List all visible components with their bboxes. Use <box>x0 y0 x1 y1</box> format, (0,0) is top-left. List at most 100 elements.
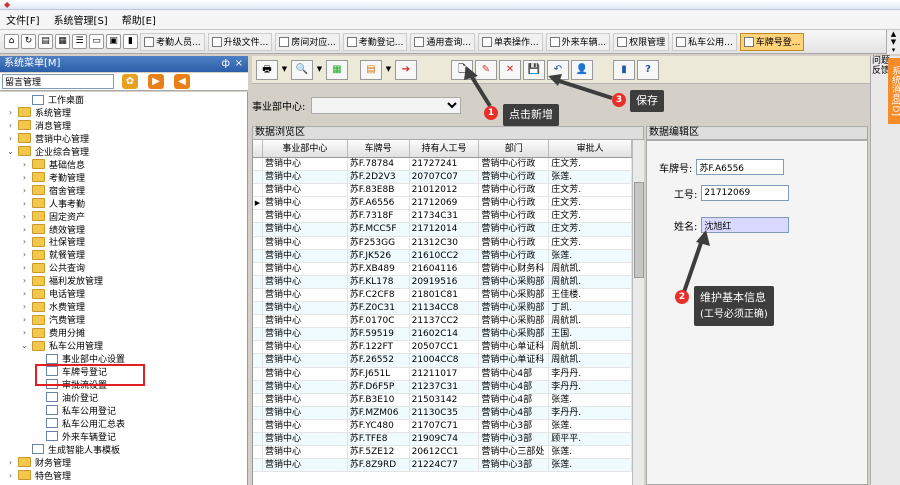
table-row[interactable]: 营销中心 苏F.D6F5P 21237C31 营销中心4部 李丹丹. <box>253 380 632 394</box>
pin-icon[interactable]: ф <box>221 56 230 72</box>
table-row[interactable]: 营销中心 苏F.59519 21602C14 营销中心采购部 王国. <box>253 328 632 342</box>
home-icon[interactable]: ⌂ <box>4 34 19 49</box>
chevron-right-icon[interactable]: › <box>6 134 15 143</box>
table-row[interactable]: 营销中心 苏F.B3E10 21503142 营销中心4部 张莲. <box>253 393 632 407</box>
chevron-right-icon[interactable]: › <box>20 263 29 272</box>
table-row[interactable]: 营销中心 苏F.J651L 21211017 营销中心4部 李丹丹. <box>253 367 632 381</box>
refresh-icon[interactable]: ↻ <box>21 34 36 49</box>
table-row[interactable]: 营销中心 苏F.MZM06 21130C35 营销中心4部 李丹丹. <box>253 406 632 420</box>
chevron-right-icon[interactable]: › <box>6 471 15 480</box>
table-row[interactable]: 营销中心 苏F.KL178 20919516 营销中心采购部 周航凯. <box>253 275 632 289</box>
col-header-holder-id[interactable]: 持有人工号 <box>410 140 480 157</box>
tab-7[interactable]: 权限管理 <box>613 32 670 51</box>
tab-4[interactable]: 通用查询... <box>410 32 475 51</box>
col-header-dept[interactable]: 部门 <box>479 140 550 157</box>
exit-button[interactable]: ➔ <box>395 59 417 80</box>
user-button[interactable]: 👤 <box>571 59 593 80</box>
chevron-right-icon[interactable]: › <box>20 250 29 259</box>
chevron-down-icon[interactable]: ⌄ <box>20 341 29 350</box>
print-button[interactable]: 🖶 <box>256 59 278 80</box>
chevron-right-icon[interactable]: › <box>20 315 29 324</box>
tree-node[interactable]: › 公共查询 <box>20 261 85 274</box>
tree-node[interactable]: ⌄ 私车公用管理 <box>20 339 103 352</box>
table-row[interactable]: 营销中心 苏F.2D2V3 20707C07 营销中心行政 张莲. <box>253 171 632 185</box>
name-input[interactable] <box>701 217 790 233</box>
window-icon[interactable]: ▭ <box>89 34 104 49</box>
chevron-right-icon[interactable]: › <box>20 276 29 285</box>
book-icon[interactable]: ▮ <box>123 34 138 49</box>
plate-input[interactable] <box>696 159 785 175</box>
tree-node[interactable]: › 福利发放管理 <box>20 274 103 287</box>
chevron-right-icon[interactable]: › <box>20 225 29 234</box>
save-button[interactable]: 💾 <box>523 59 545 80</box>
table-row[interactable]: 营销中心 苏F.YC480 21707C71 营销中心3部 张莲. <box>253 419 632 433</box>
preview-dropdown-icon[interactable]: ▼ <box>315 60 324 80</box>
table-row[interactable]: 营销中心 苏F.C2CF8 21801C81 营销中心采购部 王佳楼. <box>253 288 632 303</box>
menu-file[interactable]: 文件[F] <box>6 12 40 27</box>
grid-icon[interactable]: ▦ <box>55 34 70 49</box>
tree-node[interactable]: 私车公用登记 <box>34 404 116 417</box>
export-button[interactable]: ▤ <box>360 59 382 80</box>
grid-scrollbar[interactable] <box>632 140 644 485</box>
table-row[interactable]: 营销中心 苏F.26552 21004CC8 营销中心单证科 周航凯. <box>253 354 632 368</box>
tree-node[interactable]: › 费用分摊 <box>20 326 85 339</box>
tab-3[interactable]: 考勤登记... <box>342 32 408 51</box>
tree-node[interactable]: › 绩效管理 <box>20 223 85 236</box>
menu-system[interactable]: 系统管理[S] <box>54 12 108 27</box>
table-row[interactable]: 营销中心 苏F.MCC5F 21712014 营销中心行政 庄文芳. <box>253 223 632 237</box>
book-button[interactable]: ▮ <box>613 59 635 80</box>
chevron-right-icon[interactable]: › <box>6 108 15 117</box>
business-center-select[interactable] <box>311 96 462 114</box>
menu-help[interactable]: 帮助[E] <box>122 12 156 27</box>
chevron-right-icon[interactable] <box>20 95 29 104</box>
tab-0[interactable]: 考勤人员... <box>140 32 205 51</box>
table-row[interactable]: 营销中心 苏F.122FT 20507CC1 营销中心单证科 周航凯. <box>253 341 632 355</box>
chart-button[interactable]: ▦ <box>326 59 348 80</box>
chevron-right-icon[interactable]: › <box>20 199 29 208</box>
chevron-right-icon[interactable]: › <box>20 173 29 182</box>
tree-node[interactable]: 生成智能人事模板 <box>20 443 120 456</box>
tree-node[interactable]: ⌄ 企业综合管理 <box>6 145 89 158</box>
tree-node[interactable]: › 基础信息 <box>20 158 85 171</box>
table-row[interactable]: ▶ 营销中心 苏F.A6556 21712069 营销中心行政 庄文芳. <box>253 197 632 211</box>
tab-2[interactable]: 房间对应... <box>275 32 340 51</box>
table-row[interactable]: 营销中心 苏F.XB489 21604116 营销中心财务科 周航凯. <box>253 262 632 276</box>
scrollbar-thumb[interactable] <box>634 182 644 278</box>
tab-scroll-buttons[interactable]: ▲ ▼ ▾ <box>886 30 900 54</box>
list-icon[interactable]: ☰ <box>72 34 87 49</box>
tree-node[interactable]: 工作桌面 <box>20 93 84 106</box>
col-header-plate[interactable]: 车牌号 <box>348 140 410 157</box>
preview-button[interactable]: 🔍 <box>291 59 313 80</box>
tree-node[interactable]: › 宿舍管理 <box>20 184 85 197</box>
tree-node[interactable]: 油价登记 <box>34 391 98 404</box>
export-dropdown-icon[interactable]: ▼ <box>384 60 393 80</box>
table-row[interactable]: 营销中心 苏F.TFE8 21909C74 营销中心3部 顾平平. <box>253 432 632 447</box>
tree-node[interactable]: › 特色管理 <box>6 469 71 482</box>
chevron-right-icon[interactable]: › <box>20 186 29 195</box>
table-row[interactable]: 营销中心 苏F.Z0C31 21134CC8 营销中心采购部 丁凯. <box>253 302 632 316</box>
tree-node[interactable]: 私车公用汇总表 <box>34 417 125 430</box>
chevron-right-icon[interactable]: › <box>20 212 29 221</box>
table-row[interactable]: 营销中心 苏F.5ZE12 20612CC1 营销中心三部处 张莲. <box>253 446 632 460</box>
table-row[interactable]: 营销中心 苏F.7318F 21734C31 营销中心行政 庄文芳. <box>253 210 632 224</box>
chevron-right-icon[interactable] <box>34 393 43 402</box>
employee-id-input[interactable] <box>701 185 790 201</box>
undo-button[interactable]: ↶ <box>547 59 569 80</box>
new-button[interactable]: 🗋 <box>451 59 473 80</box>
table-row[interactable]: 营销中心 苏F253GG 21312C30 营销中心行政 庄文芳. <box>253 236 632 250</box>
chevron-right-icon[interactable] <box>34 354 43 363</box>
print-dropdown-icon[interactable]: ▼ <box>280 60 289 80</box>
tree-node[interactable]: › 社保管理 <box>20 235 85 248</box>
chevron-right-icon[interactable] <box>34 406 43 415</box>
tree-node[interactable]: › 人事考勤 <box>20 197 85 210</box>
table-row[interactable]: 营销中心 苏F.0170C 21137CC2 营销中心采购部 周航凯. <box>253 315 632 329</box>
edit-button[interactable]: ✎ <box>475 59 497 80</box>
chevron-right-icon[interactable]: › <box>20 237 29 246</box>
chevron-right-icon[interactable]: › <box>20 160 29 169</box>
help-button[interactable]: ? <box>637 59 659 80</box>
chevron-right-icon[interactable] <box>34 432 43 441</box>
tree-node[interactable]: › 就餐管理 <box>20 248 85 261</box>
table-row[interactable]: 营销中心 苏F.8Z9RD 21224C77 营销中心3部 张莲. <box>253 459 632 473</box>
delete-button[interactable]: ✕ <box>499 59 521 80</box>
tree-node[interactable]: › 营销中心管理 <box>6 132 89 145</box>
